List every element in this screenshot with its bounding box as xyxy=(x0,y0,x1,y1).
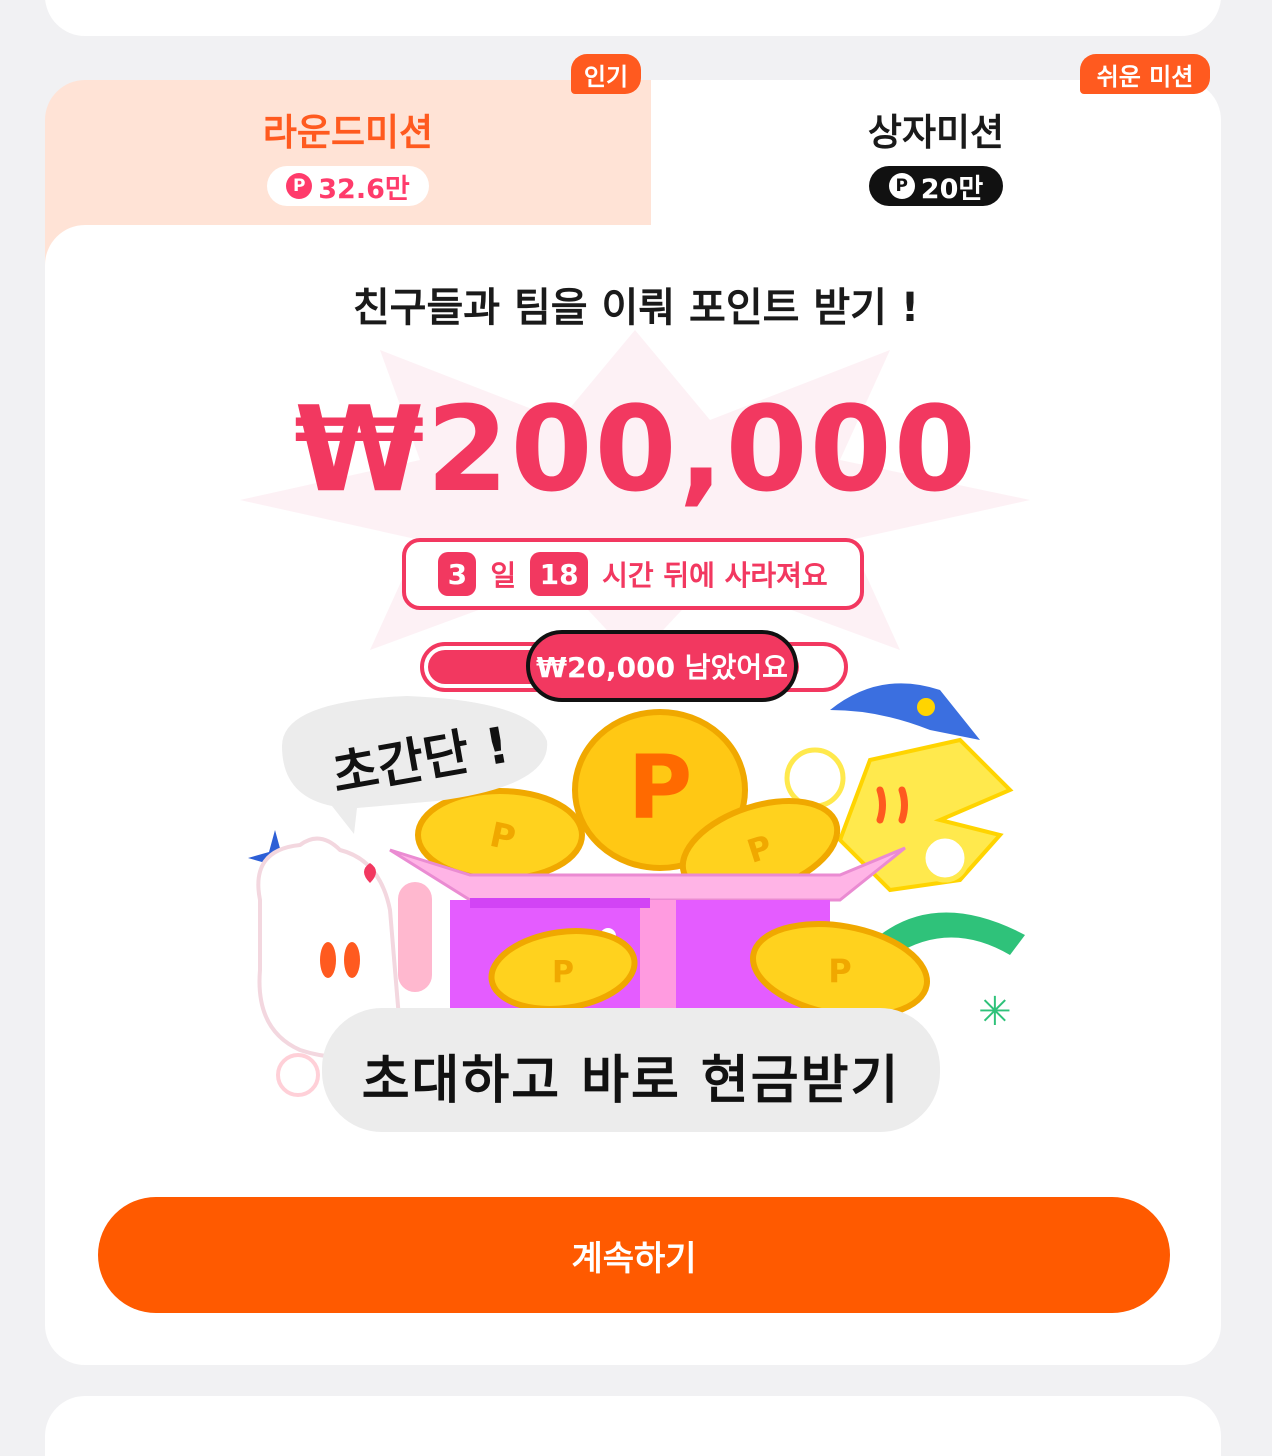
sparkle-icon: ✳ xyxy=(978,989,1012,1035)
countdown-timer: 3 일 18 시간 뒤에 사라져요 xyxy=(402,538,864,610)
popular-badge: 인기 xyxy=(571,54,641,94)
points-value: 32.6만 xyxy=(318,173,410,205)
continue-button[interactable]: 계속하기 xyxy=(98,1197,1170,1313)
timer-suffix: 시간 뒤에 사라져요 xyxy=(602,559,828,592)
points-pill: P 20만 xyxy=(869,166,1003,206)
tab-label: 라운드미션 xyxy=(262,111,434,154)
point-icon: P xyxy=(286,173,313,199)
easy-mission-badge: 쉬운 미션 xyxy=(1080,54,1210,94)
mission-headline: 친구들과 팀을 이뤄 포인트 받기 ! xyxy=(352,285,920,331)
svg-text:P: P xyxy=(552,955,574,990)
tab-label: 상자미션 xyxy=(867,111,1005,154)
speech-bubble-cash-text: 초대하고 바로 현금받기 xyxy=(361,1051,901,1111)
next-card xyxy=(45,1396,1221,1456)
timer-hours: 18 xyxy=(530,552,589,596)
point-icon: P xyxy=(888,173,915,199)
timer-days: 3 xyxy=(438,552,477,596)
previous-card xyxy=(45,0,1221,36)
coin-p-icon: P xyxy=(628,736,693,839)
timer-days-unit: 일 xyxy=(490,559,517,592)
points-value: 20만 xyxy=(920,173,984,205)
svg-text:P: P xyxy=(828,952,851,990)
points-pill: P 32.6만 xyxy=(267,166,429,206)
reward-amount: ₩200,000 xyxy=(294,380,978,518)
